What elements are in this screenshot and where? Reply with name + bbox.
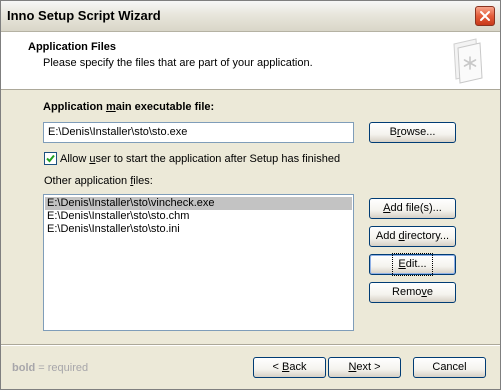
add-directory-button[interactable]: Add directory...	[369, 226, 456, 247]
page-title: Application Files	[28, 41, 117, 53]
wizard-window: Inno Setup Script Wizard Application Fil…	[0, 0, 501, 390]
checkmark-icon	[46, 154, 55, 163]
other-files-label: Other application files:	[44, 175, 153, 187]
remove-button[interactable]: Remove	[369, 282, 456, 303]
other-files-list[interactable]: E:\Denis\Installer\sto\vincheck.exe E:\D…	[43, 194, 354, 331]
list-item[interactable]: E:\Denis\Installer\sto\sto.ini	[45, 223, 352, 236]
edit-button[interactable]: Edit...	[369, 253, 456, 276]
back-button[interactable]: < Back	[253, 357, 326, 378]
wizard-header: Application Files Please specify the fil…	[1, 32, 500, 90]
next-button[interactable]: Next >	[328, 357, 401, 378]
wizard-page-icon	[453, 38, 483, 84]
close-icon	[480, 11, 490, 21]
main-exe-input[interactable]: E:\Denis\Installer\sto\sto.exe	[43, 122, 354, 143]
add-files-button[interactable]: Add file(s)...	[369, 198, 456, 219]
browse-button[interactable]: Browse...	[369, 122, 456, 143]
page-subtitle: Please specify the files that are part o…	[43, 57, 313, 69]
title-bar[interactable]: Inno Setup Script Wizard	[1, 1, 500, 32]
required-legend: bold = required	[12, 362, 89, 374]
allow-start-label[interactable]: Allow user to start the application afte…	[60, 153, 340, 165]
cancel-button[interactable]: Cancel	[413, 357, 486, 378]
window-title: Inno Setup Script Wizard	[7, 8, 161, 23]
allow-start-checkbox[interactable]	[44, 152, 57, 165]
list-item[interactable]: E:\Denis\Installer\sto\sto.chm	[45, 210, 352, 223]
footer-divider	[1, 344, 500, 346]
list-item[interactable]: E:\Denis\Installer\sto\vincheck.exe	[45, 197, 352, 210]
main-exe-label: Application main executable file:	[43, 101, 215, 113]
close-button[interactable]	[475, 6, 495, 26]
